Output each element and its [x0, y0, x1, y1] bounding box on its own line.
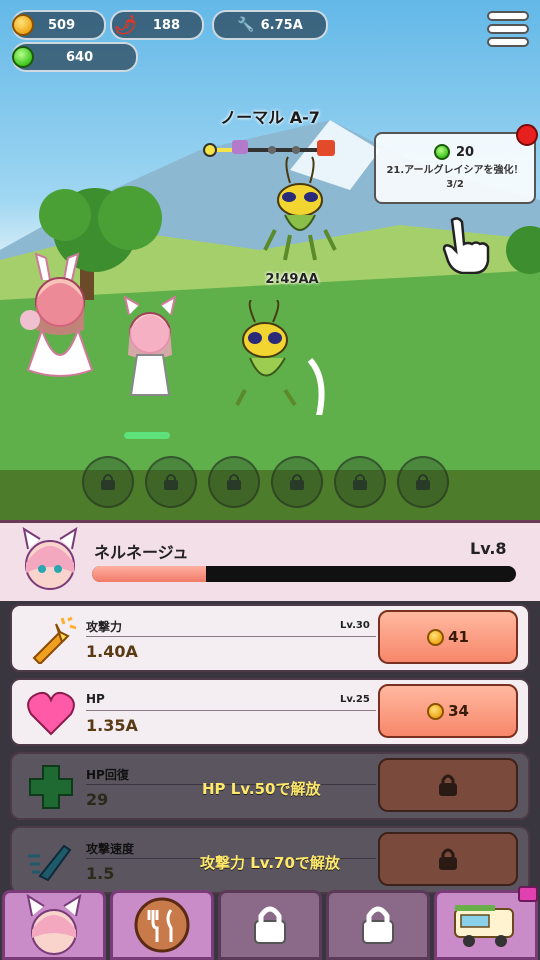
food-truck-icon — [454, 905, 514, 947]
coin-icon — [12, 14, 34, 36]
locked-slot[interactable] — [145, 456, 197, 508]
upgrade-row-attack-speed: 攻撃速度 1.5 攻撃力 Lv.70で解放 — [10, 826, 530, 894]
battle-scene: 509 🌶 188 🔧 6.75A 640 ノーマル A-7 20 21.アール… — [0, 0, 540, 520]
lock-icon — [254, 906, 286, 944]
upgrade-level: Lv.25 — [340, 694, 370, 705]
cross-icon — [29, 765, 73, 809]
upgrade-value: 1.35A — [86, 716, 138, 735]
lock-icon — [362, 906, 394, 944]
enemy-mantis-front — [235, 300, 325, 415]
gem-icon — [434, 144, 450, 160]
coin-amount: 509 — [48, 17, 76, 33]
hero-nelneige — [123, 295, 177, 396]
locked-slot[interactable] — [397, 456, 449, 508]
speed-icon — [28, 844, 72, 882]
coin-icon — [427, 702, 445, 720]
fork-knife-icon — [134, 897, 190, 953]
video-ad-badge — [518, 886, 538, 902]
divider — [86, 636, 376, 637]
quest-reward-amount: 20 — [456, 144, 475, 160]
coin-icon — [427, 628, 445, 646]
upgrade-title: HP — [86, 692, 105, 706]
upgrade-value: 1.40A — [86, 642, 138, 661]
upgrade-title: 攻撃力 — [86, 620, 123, 634]
lock-icon — [227, 474, 241, 490]
tab-locked[interactable] — [218, 890, 322, 960]
locked-upgrade-button[interactable] — [378, 832, 518, 886]
locked-upgrade-button[interactable] — [378, 758, 518, 812]
divider — [86, 710, 376, 711]
heart-icon — [27, 691, 75, 736]
character-name: ネルネージュ — [94, 543, 189, 562]
locked-slot[interactable] — [82, 456, 134, 508]
sword-icon — [32, 616, 76, 664]
unlock-requirement: 攻撃力 Lv.70で解放 — [200, 854, 340, 872]
hero-hp-bar — [124, 432, 170, 439]
enemy-mantis-back — [263, 156, 337, 261]
hamburger-icon — [487, 11, 529, 47]
exp-bar — [92, 566, 516, 582]
gem-icon — [12, 46, 34, 68]
gem-amount: 640 — [66, 49, 94, 65]
upgrade-row-hp-regen: HP回復 29 HP Lv.50で解放 — [10, 752, 530, 820]
quest-panel[interactable]: 20 21.アールグレイシアを強化！ 3/2 — [374, 132, 536, 204]
tab-food[interactable] — [110, 890, 214, 960]
exp-bar-fill — [92, 566, 207, 582]
character-portrait-icon — [26, 894, 82, 955]
hero-greysia — [20, 252, 94, 377]
lock-icon — [164, 474, 178, 490]
upgrade-value: 1.5 — [86, 864, 115, 883]
coin-counter: 509 — [12, 10, 106, 40]
pepper-icon: 🌶 — [114, 14, 137, 36]
upgrade-hp-button[interactable]: 34 — [378, 684, 518, 738]
lock-icon — [439, 774, 457, 796]
unlock-requirement: HP Lv.50で解放 — [202, 780, 321, 798]
gem-counter: 640 — [12, 42, 138, 72]
quest-reward: 20 — [434, 144, 474, 160]
upgrade-cost: 41 — [448, 628, 469, 646]
wrench-icon: 🔧 — [237, 17, 255, 33]
power-amount: 6.75A — [260, 17, 303, 33]
upgrade-attack-button[interactable]: 41 — [378, 610, 518, 664]
lock-icon — [290, 474, 304, 490]
locked-slot[interactable] — [334, 456, 386, 508]
lock-icon — [439, 848, 457, 870]
upgrade-level: Lv.30 — [340, 620, 370, 631]
tab-character[interactable] — [2, 890, 106, 960]
pepper-amount: 188 — [152, 17, 180, 33]
upgrade-value: 29 — [86, 790, 109, 809]
lock-icon — [101, 474, 115, 490]
locked-slot[interactable] — [208, 456, 260, 508]
menu-button[interactable] — [486, 10, 530, 48]
lock-icon — [353, 474, 367, 490]
upgrade-title: 攻撃速度 — [86, 842, 135, 856]
upgrade-row-attack: 攻撃力 Lv.30 1.40A 41 — [10, 604, 530, 672]
tab-locked[interactable] — [326, 890, 430, 960]
locked-slot[interactable] — [271, 456, 323, 508]
notification-badge — [516, 124, 538, 146]
pepper-counter: 🌶 188 — [110, 10, 204, 40]
enemy-hp-text: 2!49AA — [265, 272, 319, 287]
upgrade-cost: 34 — [448, 702, 469, 720]
power-display: 🔧 6.75A — [212, 10, 328, 40]
upgrade-title: HP回復 — [86, 768, 129, 782]
upgrade-row-hp: HP Lv.25 1.35A 34 — [10, 678, 530, 746]
character-level: Lv.8 — [470, 539, 507, 558]
character-header: ネルネージュ Lv.8 — [0, 520, 540, 601]
lock-icon — [416, 474, 430, 490]
quest-text: 21.アールグレイシアを強化！ 3/2 — [386, 165, 524, 190]
stage-title: ノーマル A-7 — [220, 108, 320, 127]
tap-hand-icon — [442, 217, 490, 274]
party-slots — [82, 456, 449, 508]
character-portrait — [22, 527, 78, 590]
